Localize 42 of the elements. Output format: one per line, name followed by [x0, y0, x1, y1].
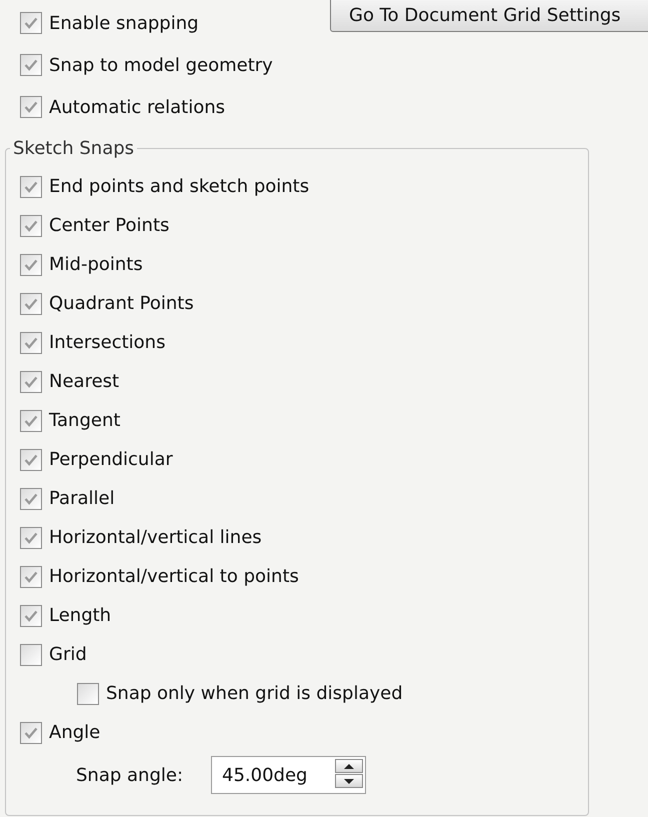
checkbox-label: Perpendicular: [49, 448, 173, 472]
checkbox[interactable]: [20, 254, 42, 276]
checkbox-label: Nearest: [49, 370, 120, 394]
checkbox[interactable]: [20, 410, 42, 432]
checkbox-label: Quadrant Points: [49, 292, 194, 316]
down-arrow-icon: [343, 778, 356, 784]
checkbox-label: Intersections: [49, 331, 166, 355]
checkbox[interactable]: [20, 54, 42, 76]
checkbox-label: Parallel: [49, 487, 115, 511]
checkbox[interactable]: [20, 448, 42, 470]
spin-up-button[interactable]: [335, 759, 364, 773]
checkbox[interactable]: [20, 12, 42, 34]
checkbox-label: Grid: [49, 643, 87, 667]
checkbox[interactable]: [20, 332, 42, 354]
checkbox[interactable]: [20, 214, 42, 236]
checkbox[interactable]: [77, 682, 99, 704]
checkbox[interactable]: [20, 526, 42, 548]
up-arrow-icon: [343, 762, 356, 770]
spin-down-button[interactable]: [335, 774, 364, 788]
checkbox-label: Center Points: [49, 214, 170, 238]
field-label: Snap angle:: [76, 764, 184, 788]
checkbox-label: Snap only when grid is displayed: [106, 682, 403, 706]
grid-settings-button[interactable]: Go To Document Grid Settings: [330, 0, 648, 32]
checkbox-label: Snap to model geometry: [49, 54, 273, 78]
checkbox[interactable]: [20, 488, 42, 510]
checkbox-label: Automatic relations: [49, 96, 226, 120]
checkbox[interactable]: [20, 96, 42, 118]
checkbox-label: Length: [49, 604, 112, 628]
checkbox[interactable]: [20, 644, 42, 666]
checkbox[interactable]: [20, 566, 42, 588]
checkbox-label: Horizontal/vertical lines: [49, 526, 262, 550]
checkbox[interactable]: [20, 722, 42, 744]
checkbox[interactable]: [20, 176, 42, 198]
checkbox-label: Mid-points: [49, 253, 143, 277]
checkbox[interactable]: [20, 604, 42, 626]
checkbox-label: End points and sketch points: [49, 175, 310, 199]
checkbox-label: Tangent: [49, 409, 120, 433]
checkbox-label: Enable snapping: [49, 12, 199, 36]
checkbox-label: Angle: [49, 721, 100, 745]
checkbox-label: Horizontal/vertical to points: [49, 565, 299, 589]
checkbox[interactable]: [20, 370, 42, 392]
checkbox[interactable]: [20, 292, 42, 314]
